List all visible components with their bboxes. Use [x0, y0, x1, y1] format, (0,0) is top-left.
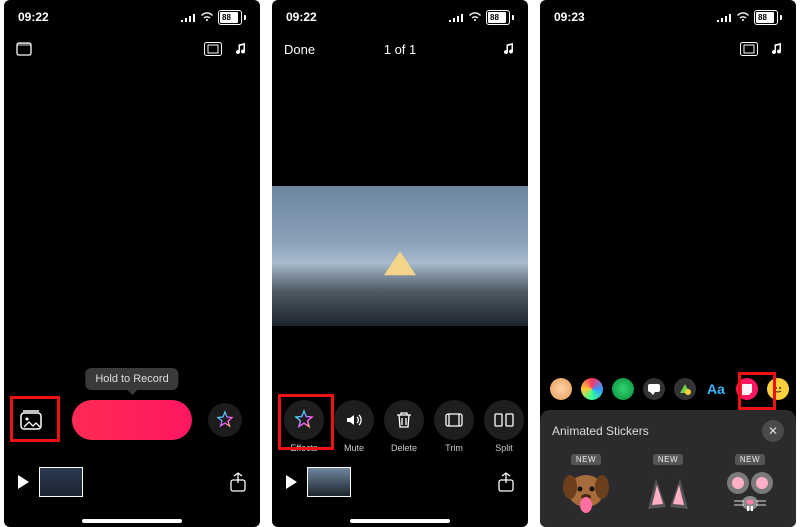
aspect-ratio-icon[interactable]	[204, 42, 222, 56]
tool-label: Effects	[290, 443, 317, 453]
tool-split[interactable]: Split	[484, 400, 524, 453]
home-indicator[interactable]	[82, 519, 182, 523]
music-icon[interactable]	[772, 42, 784, 56]
tool-row: Effects Mute Delete Trim Split Dupli	[272, 400, 528, 453]
status-bar: 09:22 88	[272, 0, 528, 28]
record-button[interactable]	[72, 400, 192, 440]
play-button[interactable]	[18, 475, 29, 489]
tool-mute[interactable]: Mute	[334, 400, 374, 453]
aspect-ratio-icon[interactable]	[740, 42, 758, 56]
panel-title: Animated Stickers	[552, 424, 649, 438]
music-icon[interactable]	[504, 42, 516, 56]
screen-1-record: 09:22 88 Hold to Record	[4, 0, 260, 527]
top-bar	[540, 28, 796, 70]
status-indicators: 88	[180, 10, 246, 25]
status-indicators: 88	[448, 10, 514, 25]
effect-text[interactable]: Aa	[705, 378, 727, 400]
music-icon[interactable]	[236, 42, 248, 56]
wifi-icon	[468, 12, 482, 22]
effect-shapes[interactable]	[674, 378, 696, 400]
effect-animated-stickers[interactable]	[736, 378, 758, 400]
share-button[interactable]	[230, 472, 246, 492]
library-button[interactable]	[20, 409, 44, 431]
tool-label: Mute	[344, 443, 364, 453]
close-button[interactable]: ✕	[762, 420, 784, 442]
signal-icon	[716, 12, 732, 22]
effects-category-strip: Aa	[540, 378, 796, 400]
effects-button[interactable]	[208, 403, 242, 437]
tool-delete[interactable]: Delete	[384, 400, 424, 453]
new-badge: NEW	[571, 454, 601, 465]
home-indicator[interactable]	[350, 519, 450, 523]
tool-label: Trim	[445, 443, 463, 453]
share-button[interactable]	[498, 472, 514, 492]
clock: 09:23	[554, 10, 585, 24]
timeline-row	[4, 467, 260, 497]
hold-to-record-tooltip: Hold to Record	[85, 368, 178, 390]
signal-icon	[180, 12, 196, 22]
new-badge: NEW	[735, 454, 765, 465]
battery-indicator: 88	[486, 10, 514, 25]
tool-label: Split	[495, 443, 513, 453]
status-bar: 09:23 88	[540, 0, 796, 28]
play-button[interactable]	[286, 475, 297, 489]
clip-counter: 1 of 1	[384, 42, 417, 57]
battery-indicator: 88	[754, 10, 782, 25]
new-badge: NEW	[653, 454, 683, 465]
tool-trim[interactable]: Trim	[434, 400, 474, 453]
top-bar: Done 1 of 1	[272, 28, 528, 70]
effect-memoji[interactable]	[550, 378, 572, 400]
timeline-row	[272, 467, 528, 497]
screen-3-stickers: 09:23 88 Aa Animate	[540, 0, 796, 527]
status-bar: 09:22 88	[4, 0, 260, 28]
sticker-mouse[interactable]: NEW	[716, 454, 784, 515]
top-bar	[4, 28, 260, 70]
stickers-panel: Animated Stickers ✕ NEW NEW NEW	[540, 410, 796, 527]
clock: 09:22	[286, 10, 317, 24]
effect-live-titles[interactable]	[643, 378, 665, 400]
effect-clips[interactable]	[612, 378, 634, 400]
tool-effects[interactable]: Effects	[284, 400, 324, 453]
effect-emoji[interactable]	[767, 378, 789, 400]
project-icon[interactable]	[16, 41, 32, 57]
tool-label: Delete	[391, 443, 417, 453]
screen-2-edit: 09:22 88 Done 1 of 1 Effects Mute Delete	[272, 0, 528, 527]
sticker-row: NEW NEW NEW	[552, 454, 784, 515]
status-indicators: 88	[716, 10, 782, 25]
clip-thumbnail[interactable]	[39, 467, 83, 497]
clip-thumbnail[interactable]	[307, 467, 351, 497]
wifi-icon	[200, 12, 214, 22]
done-button[interactable]: Done	[284, 42, 315, 57]
wifi-icon	[736, 12, 750, 22]
battery-indicator: 88	[218, 10, 246, 25]
signal-icon	[448, 12, 464, 22]
sticker-cat-ears[interactable]: NEW	[634, 454, 702, 515]
sticker-dog[interactable]: NEW	[552, 454, 620, 515]
clock: 09:22	[18, 10, 49, 24]
effect-filters[interactable]	[581, 378, 603, 400]
video-preview[interactable]	[272, 186, 528, 326]
